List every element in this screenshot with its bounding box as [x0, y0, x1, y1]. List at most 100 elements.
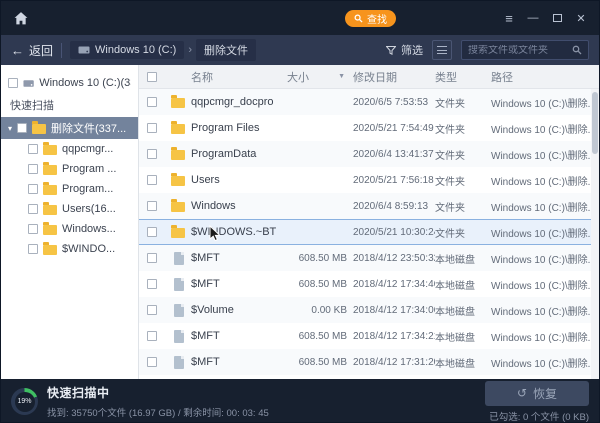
recover-button[interactable]: ↺ 恢复	[485, 380, 589, 406]
file-date: 2018/4/12 23:50:32	[353, 252, 435, 264]
checkbox[interactable]	[28, 204, 38, 214]
file-type: 文件夹	[435, 124, 465, 136]
search-icon[interactable]	[572, 45, 582, 55]
row-checkbox[interactable]	[147, 331, 157, 341]
table-row[interactable]: $WINDOWS.~BT 2020/5/21 10:30:24 文件夹 Windows…	[139, 219, 599, 245]
folder-icon	[171, 225, 185, 238]
checkbox[interactable]	[28, 244, 38, 254]
row-checkbox[interactable]	[147, 279, 157, 289]
file-path: Windows 10 (C:)\删除...	[491, 280, 597, 292]
file-date: 2020/6/4 13:41:37	[353, 148, 434, 160]
tree-item[interactable]: $WINDO...	[1, 239, 138, 259]
tree-item-deleted-files[interactable]: ▾ 删除文件(337...	[1, 117, 138, 139]
tree-item[interactable]: Program...	[1, 179, 138, 199]
status-bar: 19% 快速扫描中 找到: 35750个文件 (16.97 GB) / 剩余时间…	[1, 379, 599, 422]
table-header: 名称 大小 ▼ 修改日期 类型 路径	[139, 65, 599, 89]
app-window: 查找 ≡ — ✕ ← 返回 Windows 10 (C:) › 删除文件 筛选 …	[0, 0, 600, 423]
file-size: 608.50 MB	[298, 356, 347, 368]
file-path: Windows 10 (C:)\删除...	[491, 98, 597, 110]
file-size: 608.50 MB	[298, 252, 347, 264]
column-header-date[interactable]: 修改日期	[353, 69, 435, 85]
table-row[interactable]: $MFT 608.50 MB 2018/4/12 17:34:46 本地磁盘 Windo…	[139, 271, 599, 297]
view-options-button[interactable]	[432, 40, 452, 60]
scrollbar[interactable]	[591, 89, 599, 379]
row-checkbox[interactable]	[147, 149, 157, 159]
row-checkbox[interactable]	[147, 305, 157, 315]
scrollbar-thumb[interactable]	[592, 92, 598, 154]
table-row[interactable]: ProgramData 2020/6/4 13:41:37 文件夹 Windows 1…	[139, 141, 599, 167]
checkbox[interactable]	[17, 123, 28, 133]
file-date: 2020/6/4 8:59:13	[353, 200, 429, 212]
file-name: $WINDOWS.~BT	[191, 226, 277, 238]
folder-icon	[43, 242, 57, 255]
minimize-button[interactable]: —	[523, 7, 543, 29]
select-all-checkbox[interactable]	[147, 71, 157, 82]
home-button[interactable]	[9, 6, 33, 30]
promo-search-button[interactable]: 查找	[345, 10, 396, 27]
close-button[interactable]: ✕	[571, 7, 591, 29]
search-icon	[354, 14, 363, 23]
table-row[interactable]: Users 2020/5/21 7:56:18 文件夹 Windows 10 (C:)…	[139, 167, 599, 193]
column-header-size[interactable]: 大小 ▼	[287, 69, 353, 85]
file-path: Windows 10 (C:)\删除...	[491, 176, 597, 188]
file-type: 文件夹	[435, 176, 465, 188]
menu-icon[interactable]: ≡	[499, 7, 519, 29]
search-input[interactable]	[468, 44, 568, 56]
tree-item[interactable]: Program ...	[1, 159, 138, 179]
column-header-name[interactable]: 名称	[191, 69, 287, 85]
table-row[interactable]: $MFT 608.50 MB 2018/4/12 17:34:21 本地磁盘 Windo…	[139, 323, 599, 349]
file-size: 608.50 MB	[298, 330, 347, 342]
row-checkbox[interactable]	[147, 123, 157, 133]
table-row[interactable]: $Volume 0.00 KB 2018/4/12 17:34:06 本地磁盘 Wind…	[139, 297, 599, 323]
footer-right: ↺ 恢复 已勾选: 0 个文件 (0 KB)	[485, 380, 589, 422]
checkbox[interactable]	[8, 78, 18, 88]
row-checkbox[interactable]	[147, 253, 157, 263]
breadcrumb-label: 删除文件	[203, 45, 248, 57]
expand-icon[interactable]: ▾	[8, 124, 12, 133]
folder-icon	[171, 121, 185, 134]
checkbox[interactable]	[28, 164, 38, 174]
row-checkbox[interactable]	[147, 227, 157, 237]
back-arrow-icon: ←	[11, 42, 24, 58]
sort-desc-icon[interactable]: ▼	[338, 73, 345, 80]
row-checkbox[interactable]	[147, 97, 157, 107]
filter-icon	[386, 45, 396, 55]
recover-icon: ↺	[516, 386, 528, 400]
table-row[interactable]: $MFT 608.50 MB 2018/4/12 23:50:32 本地磁盘 Windo…	[139, 245, 599, 271]
column-header-type[interactable]: 类型	[435, 69, 491, 85]
breadcrumb-item-folder[interactable]: 删除文件	[195, 39, 256, 61]
progress-percent: 19%	[14, 391, 35, 412]
row-checkbox[interactable]	[147, 357, 157, 367]
file-name: $Volume	[191, 304, 234, 316]
file-path: Windows 10 (C:)\删除...	[491, 332, 597, 344]
tree-item[interactable]: qqpcmgr...	[1, 139, 138, 159]
folder-icon	[43, 162, 57, 175]
tree-item[interactable]: Users(16...	[1, 199, 138, 219]
tree-item[interactable]: Windows...	[1, 219, 138, 239]
table-row[interactable]: qqpcmgr_docpro 2020/6/5 7:53:53 文件夹 Windows…	[139, 89, 599, 115]
file-name: $MFT	[191, 356, 220, 368]
row-checkbox[interactable]	[147, 175, 157, 185]
maximize-button[interactable]	[547, 7, 567, 29]
checkbox[interactable]	[28, 144, 38, 154]
breadcrumb-item-drive[interactable]: Windows 10 (C:)	[70, 41, 185, 59]
table-row[interactable]: $MFT 608.50 MB 2018/4/12 17:31:20 本地磁盘 Windo…	[139, 349, 599, 375]
tree-item-label: $WINDO...	[62, 243, 116, 255]
file-name: $MFT	[191, 252, 220, 264]
tree-root-label: Windows 10 (C:)(33...	[39, 77, 131, 89]
file-type: 本地磁盘	[435, 358, 475, 370]
checkbox[interactable]	[28, 224, 38, 234]
tree-item-label: Windows...	[62, 223, 116, 235]
breadcrumb-label: Windows 10 (C:)	[95, 44, 177, 56]
table-row[interactable]: Program Files 2020/5/21 7:54:49 文件夹 Windows…	[139, 115, 599, 141]
column-header-path[interactable]: 路径	[491, 69, 599, 85]
file-name: $MFT	[191, 330, 220, 342]
filter-button[interactable]: 筛选	[386, 42, 423, 58]
back-button[interactable]: ← 返回	[11, 42, 53, 59]
file-date: 2018/4/12 17:34:46	[353, 278, 435, 290]
tree-root-drive[interactable]: Windows 10 (C:)(33...	[1, 72, 138, 94]
table-row[interactable]: Windows 2020/6/4 8:59:13 文件夹 Windows 10 (C:…	[139, 193, 599, 219]
drive-icon	[78, 46, 90, 54]
checkbox[interactable]	[28, 184, 38, 194]
row-checkbox[interactable]	[147, 201, 157, 211]
